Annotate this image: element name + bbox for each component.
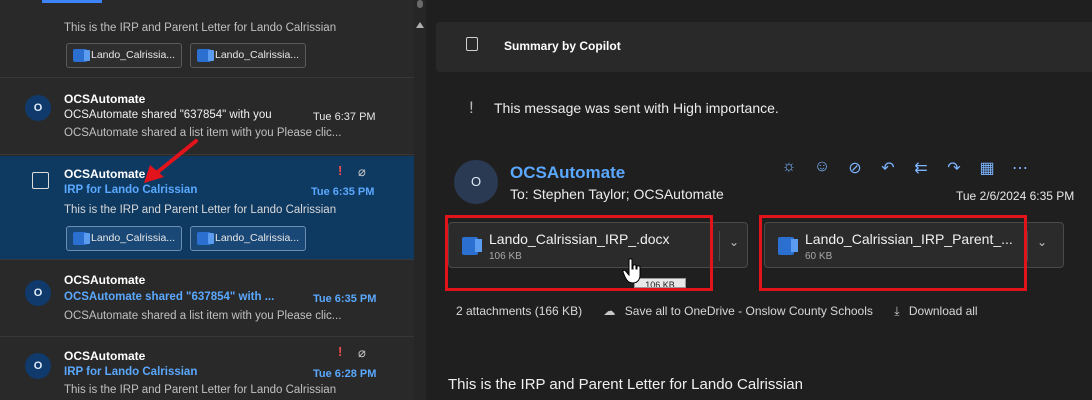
message-time: Tue 6:28 PM	[313, 368, 377, 380]
copilot-summary-label: Summary by Copilot	[504, 39, 621, 53]
info-icon: !	[469, 98, 474, 117]
list-scrollbar[interactable]	[414, 0, 426, 400]
message-list: This is the IRP and Parent Letter for La…	[0, 0, 426, 400]
list-item[interactable]: O OCSAutomate OCSAutomate shared "637854…	[0, 261, 414, 337]
apps-icon[interactable]: ▦	[976, 158, 998, 178]
attachment-icon: ⌀	[358, 345, 366, 360]
avatar: O	[25, 353, 51, 379]
attachment-chip[interactable]: Lando_Calrissia...	[190, 43, 307, 68]
message-preview: This is the IRP and Parent Letter for La…	[64, 22, 337, 34]
message-subject: OCSAutomate shared "637854" with you	[64, 109, 272, 121]
chevron-down-icon[interactable]: ⌄	[729, 235, 739, 249]
download-icon: ⤓	[894, 304, 900, 318]
chevron-down-icon[interactable]: ⌄	[1037, 235, 1047, 249]
message-subject: IRP for Lando Calrissian	[64, 184, 198, 196]
attachment-summary: 2 attachments (166 KB)	[456, 304, 583, 318]
list-item-selected[interactable]: OCSAutomate ! ⌀ IRP for Lando Calrissian…	[0, 156, 414, 260]
divider	[719, 231, 720, 261]
attachment-chip[interactable]: Lando_Calrissia...	[66, 226, 183, 251]
annotation-arrow	[144, 139, 198, 183]
word-icon	[73, 232, 90, 245]
sender-name: OCSAutomate	[64, 349, 146, 363]
message-time: Tue 6:35 PM	[311, 186, 375, 198]
attachment-icon: ⌀	[358, 164, 366, 179]
sender-avatar[interactable]: O	[454, 160, 498, 204]
recipients: To: Stephen Taylor; OCSAutomate	[510, 186, 724, 202]
reading-pane: Summary by Copilot ✕ ! This message was …	[426, 0, 1092, 400]
importance-icon: !	[338, 344, 343, 359]
copilot-summary-bar[interactable]: Summary by Copilot ✕	[436, 22, 1092, 72]
attachment-chip[interactable]: Lando_Calrissia...	[190, 226, 307, 251]
highlight-box	[759, 215, 1027, 291]
save-all-link[interactable]: Save all to OneDrive - Onslow County Sch…	[625, 304, 873, 318]
sender-name: OCSAutomate	[64, 273, 146, 287]
message-subject: IRP for Lando Calrissian	[64, 366, 198, 378]
outlook-window: This is the IRP and Parent Letter for La…	[0, 0, 1092, 400]
list-item[interactable]: O OCSAutomate ! ⌀ IRP for Lando Calrissi…	[0, 338, 414, 400]
importance-text: This message was sent with High importan…	[494, 100, 779, 116]
more-icon[interactable]: ⋯	[1009, 158, 1031, 178]
emoji-icon[interactable]: ☺	[811, 158, 833, 176]
cloud-icon: ☁	[603, 304, 616, 318]
list-item[interactable]: O OCSAutomate OCSAutomate shared "637854…	[0, 79, 414, 155]
list-item[interactable]: This is the IRP and Parent Letter for La…	[0, 0, 414, 78]
message-preview: OCSAutomate shared a list item with you …	[64, 127, 342, 139]
avatar: O	[25, 280, 51, 306]
importance-icon: !	[338, 163, 343, 178]
reply-all-icon[interactable]: ⇇	[910, 158, 932, 178]
message-preview: OCSAutomate shared a list item with you …	[64, 310, 342, 322]
word-icon	[197, 232, 214, 245]
attachment-chip[interactable]: Lando_Calrissia...	[66, 43, 183, 68]
message-body: This is the IRP and Parent Letter for La…	[448, 376, 803, 393]
select-checkbox[interactable]	[32, 172, 49, 189]
sender-name[interactable]: OCSAutomate	[510, 163, 625, 183]
message-preview: This is the IRP and Parent Letter for La…	[64, 384, 337, 396]
message-preview: This is the IRP and Parent Letter for La…	[64, 204, 337, 216]
attachment-bar: 2 attachments (166 KB) ☁ Save all to One…	[456, 304, 982, 319]
sender-name: OCSAutomate	[64, 167, 146, 181]
word-icon	[197, 49, 214, 62]
message-date: Tue 2/6/2024 6:35 PM	[956, 189, 1075, 203]
sender-name: OCSAutomate	[64, 92, 146, 106]
tag-icon[interactable]: ⊘	[844, 158, 866, 178]
download-all-link[interactable]: Download all	[909, 304, 978, 318]
sun-icon[interactable]: ☼	[778, 158, 800, 176]
divider	[1027, 231, 1028, 261]
forward-icon[interactable]: ↷	[943, 158, 965, 178]
message-time: Tue 6:37 PM	[313, 111, 376, 123]
message-subject: OCSAutomate shared "637854" with ...	[64, 291, 275, 303]
scrollbar-thumb[interactable]	[417, 0, 423, 8]
hand-cursor-icon	[622, 258, 641, 284]
reply-icon[interactable]: ↶	[877, 158, 899, 178]
message-time: Tue 6:35 PM	[313, 293, 377, 305]
avatar: O	[25, 95, 51, 121]
scroll-up-icon[interactable]	[416, 22, 424, 28]
word-icon	[73, 49, 90, 62]
copilot-summary-icon	[466, 37, 478, 51]
